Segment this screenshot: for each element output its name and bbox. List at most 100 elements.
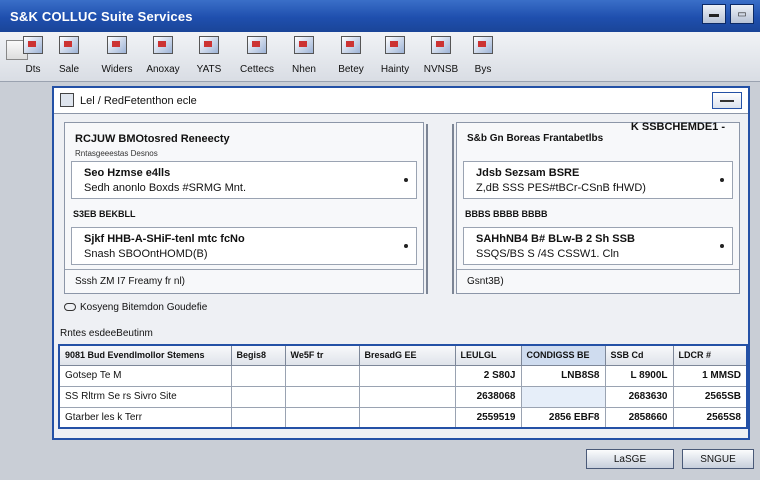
panel-title: Lel / RedFetenthon ecle [80,95,197,107]
table-cell: SS Rltrm Se rs Sivro Site [58,385,232,408]
right-section-code: K SSBCHEMDE1 - [630,121,725,133]
section-divider [452,124,454,294]
table-section-label: Rntes esdeeBeutinm [60,328,153,339]
column-header[interactable]: Begis8 [230,344,286,366]
clipboard-icon [107,36,127,54]
document-icon [59,36,79,54]
table-cell [358,364,456,387]
table-cell [284,364,360,387]
row-primary-text: Seo Hzmse e4lls [84,167,171,179]
card-icon [153,36,173,54]
table-row[interactable]: Gotsep Te M 2 S80J LNB8S8 L 8900L 1 MMSD [58,364,748,387]
toolbar-label: Anoxay [146,64,180,75]
panel-icon [60,93,74,107]
data-table: 9081 Bud Evendlmollor Stemens Begis8 We5… [58,344,748,429]
right-section-footer: Gsnt3B) [457,269,739,293]
help-link-text: Kosyeng Bitemdon Goudefie [80,302,208,313]
toolbar-label: Nhen [292,64,316,75]
toolbar-item-8[interactable]: Hainty [370,36,420,80]
table-cell: 2565S8 [672,406,748,429]
column-header[interactable]: BresadG EE [358,344,456,366]
row-secondary-text: Z,dB SSS PES#tBCr-CSnB fHWD) [476,182,646,194]
list-icon [247,36,267,54]
table-cell: 2 S80J [454,364,522,387]
right-section-title: S&b Gn Boreas Frantabetlbs [467,133,604,144]
table-cell: 2856 EBF8 [520,406,606,429]
collapse-button[interactable] [712,92,742,109]
minimize-button[interactable]: ▬ [702,4,726,24]
right-row-2[interactable]: SAHhNB4 B# BLw-B 2 Sh SSB SSQS/BS S /4S … [463,227,733,265]
toolbar-label: Betey [338,64,364,75]
toolbar-item-2[interactable]: Widers [92,36,142,80]
toolbar-item-3[interactable]: Anoxay [138,36,188,80]
toolbar-item-4[interactable]: YATS [184,36,234,80]
table-cell: Gotsep Te M [58,364,232,387]
cancel-button[interactable]: SNGUE [682,449,754,469]
left-subhead: S3EB BEKBLL [73,209,136,219]
left-section-subtitle: Rntasgeeestas Desnos [75,149,158,158]
section-divider [426,124,428,294]
chevron-right-icon [404,178,408,182]
chevron-right-icon [404,244,408,248]
table-row[interactable]: Gtarber les k Terr 2559519 2856 EBF8 285… [58,406,748,429]
maximize-button[interactable]: ▭ [730,4,754,24]
table-cell [230,364,286,387]
receipt-icon [199,36,219,54]
table-cell: 2683630 [604,385,674,408]
calendar-icon [385,36,405,54]
row-primary-text: SAHhNB4 B# BLw-B 2 Sh SSB [476,233,635,245]
table-cell: LNB8S8 [520,364,606,387]
toolbar-label: Widers [101,64,133,75]
row-secondary-text: Sedh anonlo Boxds #SRMG Mnt. [84,182,247,194]
table-cell: 1 MMSD [672,364,748,387]
column-header[interactable]: CONDIGSS BE [520,344,606,366]
toolbar-label: Hainty [380,64,410,75]
chart-icon [431,36,451,54]
toolbar-item-7[interactable]: Betey [326,36,376,80]
toolbar-label: NVNSB [423,64,459,75]
column-header[interactable]: SSB Cd [604,344,674,366]
table-cell: Gtarber les k Terr [58,406,232,429]
row-primary-text: Jdsb Sezsam BSRE [476,167,580,179]
column-header[interactable]: LDCR # [672,344,748,366]
right-row-1[interactable]: Jdsb Sezsam BSRE Z,dB SSS PES#tBCr-CSnB … [463,161,733,199]
left-row-1[interactable]: Seo Hzmse e4lls Sedh anonlo Boxds #SRMG … [71,161,417,199]
chevron-right-icon [720,178,724,182]
column-header[interactable]: We5F tr [284,344,360,366]
left-section: RCJUW BMOtosred Reneecty Rntasgeeestas D… [64,122,424,294]
help-link[interactable]: Kosyeng Bitemdon Goudefie [64,302,207,313]
column-header[interactable]: LEULGL [454,344,522,366]
report-icon [294,36,314,54]
table-cell [230,385,286,408]
table-cell [230,406,286,429]
column-header[interactable]: 9081 Bud Evendlmollor Stemens [58,344,232,366]
main-panel: Lel / RedFetenthon ecle RCJUW BMOtosred … [52,86,750,440]
table-cell [358,406,456,429]
toolbar-item-10[interactable]: Bys [458,36,508,80]
table-cell: 2638068 [454,385,522,408]
title-bar: S&K COLLUC Suite Services ▬ ▭ [0,0,760,32]
table-header-row: 9081 Bud Evendlmollor Stemens Begis8 We5… [58,344,748,366]
window-title: S&K COLLUC Suite Services [10,9,193,24]
toolbar-item-1[interactable]: Sale [44,36,94,80]
left-row-2[interactable]: Sjkf HHB-A-SHiF-tenl mtc fcNo Snash SBOO… [71,227,417,265]
settings-icon [473,36,493,54]
box-icon [341,36,361,54]
table-row[interactable]: SS Rltrm Se rs Sivro Site 2638068 268363… [58,385,748,408]
row-secondary-text: Snash SBOOntHOMD(B) [84,248,208,260]
left-section-footer: Sssh ZM I7 Freamy fr nl) [65,269,423,293]
table-cell: 2559519 [454,406,522,429]
toolbar-label: Cettecs [240,64,274,75]
table-cell: 2858660 [604,406,674,429]
toolbar-label: Bys [474,64,492,75]
toolbar-item-6[interactable]: Nhen [279,36,329,80]
table-cell: 2565SB [672,385,748,408]
chevron-right-icon [720,244,724,248]
table-cell [358,385,456,408]
left-section-title: RCJUW BMOtosred Reneecty [75,133,230,145]
panel-header: Lel / RedFetenthon ecle [54,88,748,114]
toolbar-item-5[interactable]: Cettecs [232,36,282,80]
toolbar: Dts Sale Widers Anoxay YATS Cettecs Nhen… [0,32,760,82]
link-icon [64,303,76,312]
ok-button[interactable]: LaSGE [586,449,674,469]
